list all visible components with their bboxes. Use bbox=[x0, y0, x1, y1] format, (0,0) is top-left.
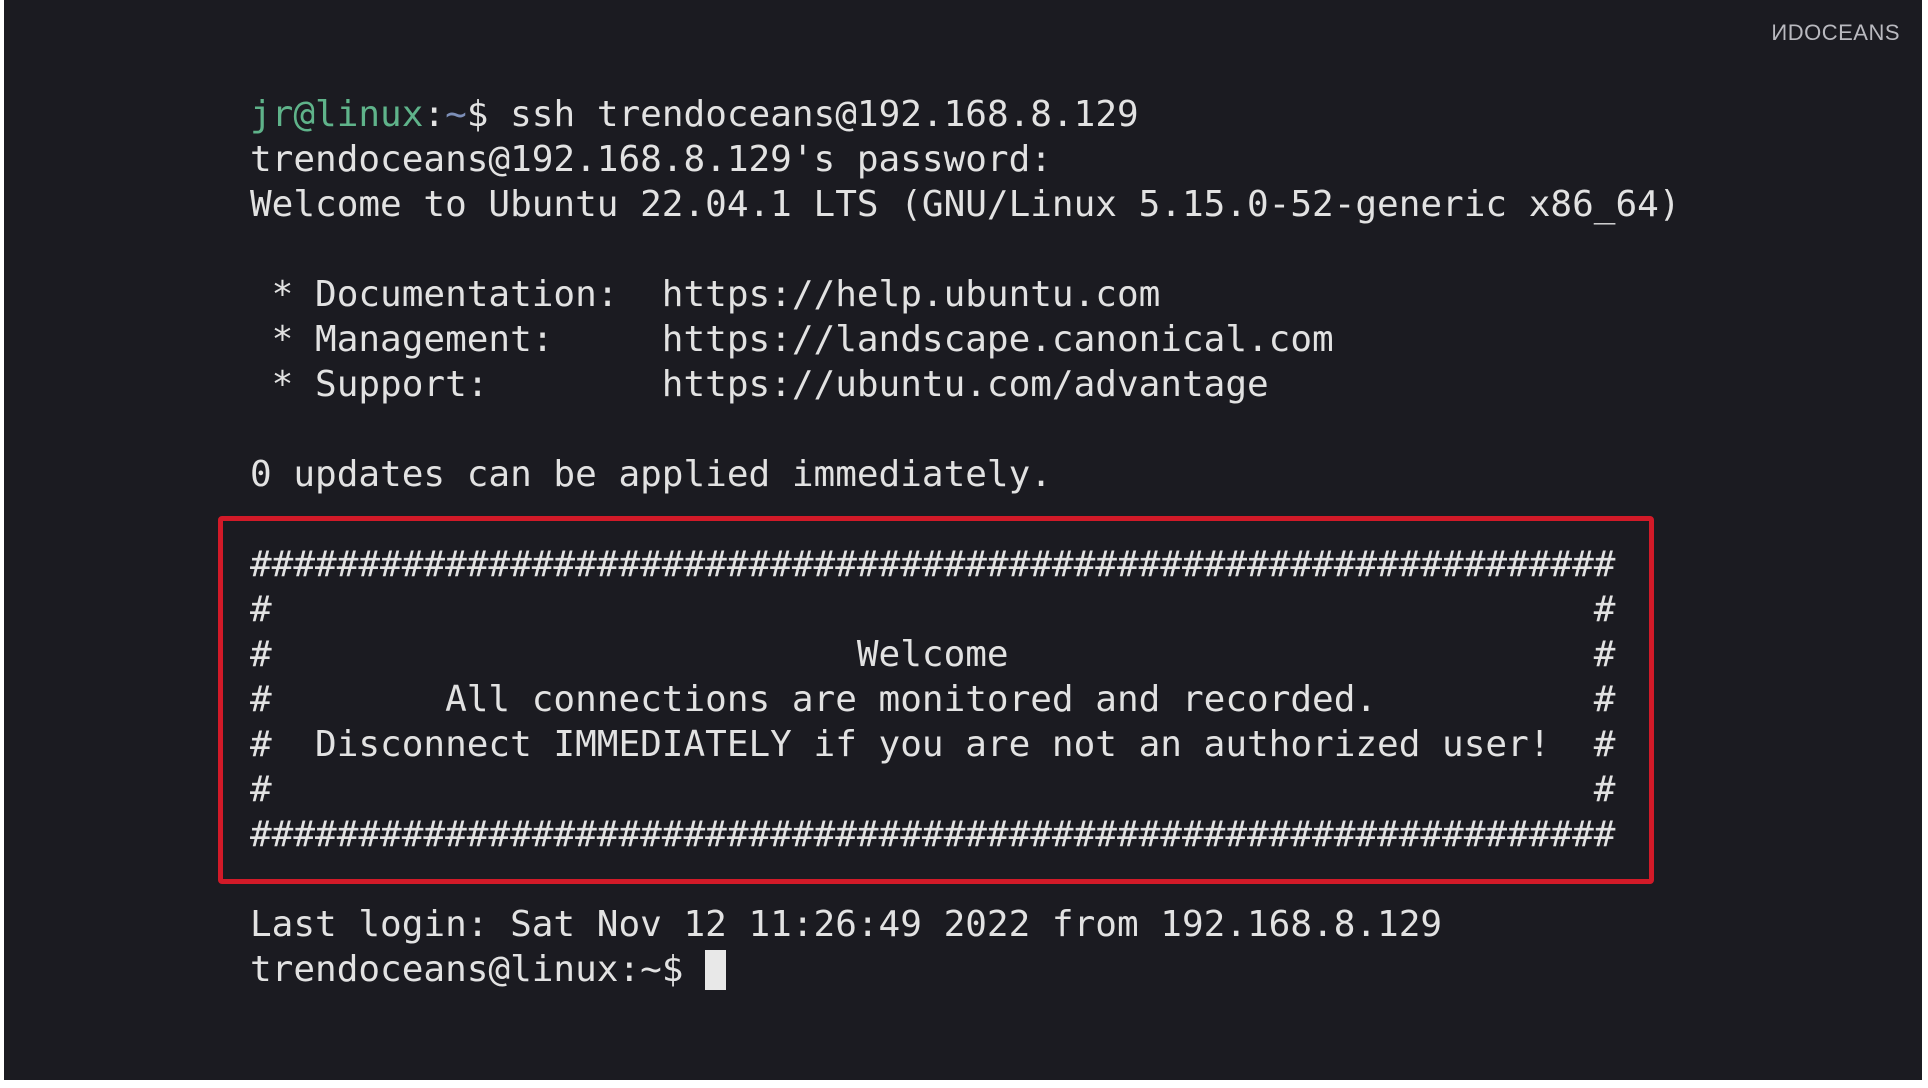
banner-line: # Welcome # bbox=[250, 634, 1616, 675]
terminal-output: jr@linux:~$ ssh trendoceans@192.168.8.12… bbox=[250, 92, 1680, 992]
prompt-symbol: $ bbox=[466, 94, 511, 135]
banner-line: # Disconnect IMMEDIATELY if you are not … bbox=[250, 724, 1616, 765]
banner-line: ########################################… bbox=[250, 814, 1616, 855]
help-line-support: * Support: https://ubuntu.com/advantage bbox=[250, 364, 1269, 405]
prompt-path: ~ bbox=[445, 94, 467, 135]
banner-line: # # bbox=[250, 589, 1616, 630]
banner-line: # # bbox=[250, 769, 1616, 810]
terminal-cursor[interactable] bbox=[705, 950, 727, 990]
last-login-line: Last login: Sat Nov 12 11:26:49 2022 fro… bbox=[250, 904, 1443, 945]
watermark-logo: ИDOCEANS bbox=[1771, 20, 1900, 45]
help-line-management: * Management: https://landscape.canonica… bbox=[250, 319, 1334, 360]
prompt-user: jr@linux bbox=[250, 94, 424, 135]
password-prompt: trendoceans@192.168.8.129's password: bbox=[250, 139, 1052, 180]
prompt-separator: : bbox=[423, 94, 446, 135]
banner-line: ########################################… bbox=[250, 544, 1616, 585]
command-line: jr@linux:~$ ssh trendoceans@192.168.8.12… bbox=[250, 92, 1680, 137]
ssh-command: ssh trendoceans@192.168.8.129 bbox=[510, 94, 1139, 135]
welcome-message: Welcome to Ubuntu 22.04.1 LTS (GNU/Linux… bbox=[250, 184, 1681, 225]
help-line-documentation: * Documentation: https://help.ubuntu.com bbox=[250, 274, 1161, 315]
updates-message: 0 updates can be applied immediately. bbox=[250, 454, 1052, 495]
terminal-window[interactable]: ИDOCEANS jr@linux:~$ ssh trendoceans@192… bbox=[4, 0, 1922, 1080]
shell-prompt: trendoceans@linux:~$ bbox=[250, 949, 706, 990]
shell-prompt-line[interactable]: trendoceans@linux:~$ bbox=[250, 947, 1680, 992]
banner-line: # All connections are monitored and reco… bbox=[250, 679, 1616, 720]
